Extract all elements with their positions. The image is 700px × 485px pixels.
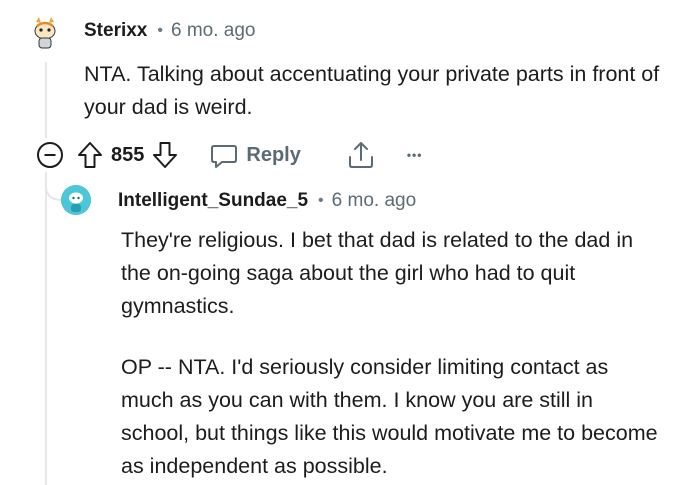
- meta-separator: •: [157, 22, 163, 39]
- comment-author[interactable]: Sterixx: [84, 20, 147, 42]
- reply-button[interactable]: Reply: [210, 141, 301, 169]
- snoo-avatar-icon: [61, 185, 91, 215]
- upvote-button[interactable]: [77, 141, 103, 169]
- upvote-icon: [78, 142, 102, 168]
- reply-label: Reply: [246, 143, 301, 166]
- share-icon: [348, 142, 373, 168]
- avatar-sterixx[interactable]: [27, 14, 63, 50]
- comment-timestamp[interactable]: 6 mo. ago: [332, 190, 417, 212]
- comment-meta: Intelligent_Sundae_5 • 6 mo. ago: [118, 190, 416, 212]
- thread-line-main-lower: [45, 172, 47, 485]
- avatar-intelligent-sundae[interactable]: [61, 185, 91, 215]
- comment-timestamp[interactable]: 6 mo. ago: [171, 20, 256, 42]
- snoo-avatar-icon: [27, 14, 63, 50]
- collapse-button[interactable]: [33, 138, 67, 172]
- collapse-icon: [37, 142, 63, 168]
- comment-paragraph: They're religious. I bet that dad is rel…: [121, 228, 634, 318]
- vote-score: 855: [111, 143, 145, 166]
- thread-line-main: [45, 62, 47, 138]
- comment-author[interactable]: Intelligent_Sundae_5: [118, 190, 308, 212]
- reply-icon: [211, 145, 238, 168]
- comment-paragraph: OP -- NTA. I'd seriously consider limiti…: [121, 355, 658, 478]
- comment-paragraph: NTA. Talking about accentuating your pri…: [84, 62, 660, 119]
- downvote-button[interactable]: [152, 141, 178, 169]
- comment-body: They're religious. I bet that dad is rel…: [121, 224, 666, 483]
- more-options-button[interactable]: •••: [407, 148, 423, 162]
- meta-separator: •: [318, 192, 324, 209]
- comment-body: NTA. Talking about accentuating your pri…: [84, 58, 674, 124]
- downvote-icon: [153, 142, 178, 168]
- comment-meta: Sterixx • 6 mo. ago: [84, 20, 255, 42]
- comment-action-bar: 855 Reply •••: [37, 138, 423, 172]
- share-button[interactable]: [347, 140, 375, 170]
